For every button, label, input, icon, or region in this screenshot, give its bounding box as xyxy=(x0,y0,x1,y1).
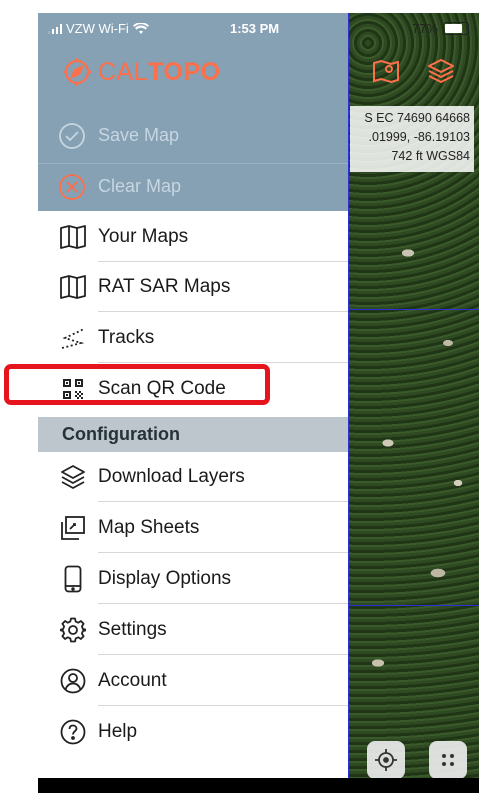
menu-item-label: Your Maps xyxy=(98,226,189,247)
save-map-button[interactable]: Save Map xyxy=(38,111,348,160)
menu-item-account[interactable]: Account xyxy=(38,656,348,706)
status-bar: VZW Wi-Fi 1:53 PM 77% xyxy=(38,13,479,43)
highlight-annotation xyxy=(4,364,270,405)
grid-line xyxy=(348,13,349,778)
logo-text-bold: TOPO xyxy=(148,57,221,86)
battery-icon xyxy=(443,22,469,35)
dots-icon xyxy=(442,754,454,766)
save-map-label: Save Map xyxy=(98,125,180,145)
menu-item-label: Map Sheets xyxy=(98,517,200,538)
map-icon xyxy=(58,272,88,302)
crosshair-icon xyxy=(375,749,397,771)
phone-icon xyxy=(58,564,88,594)
signal-icon xyxy=(48,23,62,34)
grid-line xyxy=(348,605,479,606)
divider xyxy=(98,654,348,655)
divider xyxy=(98,362,348,363)
map-sheets-icon xyxy=(58,513,88,543)
locate-me-button[interactable] xyxy=(367,741,405,778)
menu-item-help[interactable]: Help xyxy=(38,707,348,757)
gear-icon xyxy=(58,615,88,645)
status-time: 1:53 PM xyxy=(230,21,280,36)
account-icon xyxy=(58,666,88,696)
menu-item-label: Tracks xyxy=(98,327,155,348)
divider xyxy=(98,501,348,502)
compass-icon xyxy=(63,58,91,86)
clear-map-button[interactable]: Clear Map xyxy=(38,162,348,211)
map-icon xyxy=(58,222,88,252)
menu-item-map-sheets[interactable]: Map Sheets xyxy=(38,503,348,553)
menu-item-display-options[interactable]: Display Options xyxy=(38,554,348,604)
menu-item-your-maps[interactable]: Your Maps xyxy=(38,212,348,262)
status-right: 77% xyxy=(412,21,469,36)
section-header-configuration: Configuration xyxy=(38,417,348,452)
coord-latlon: .01999, -86.19103 xyxy=(368,130,470,144)
section-header-label: Configuration xyxy=(62,424,180,444)
menu-item-label: Account xyxy=(98,670,167,691)
menu-item-tracks[interactable]: Tracks xyxy=(38,313,348,363)
grid-line xyxy=(348,309,479,310)
menu-item-label: Download Layers xyxy=(98,466,245,487)
clear-map-label: Clear Map xyxy=(98,176,182,196)
carrier-label: VZW Wi-Fi xyxy=(66,21,129,36)
coord-elevation: 742 ft WGS84 xyxy=(391,149,470,163)
menu-item-label: Settings xyxy=(98,619,167,640)
divider xyxy=(98,705,348,706)
divider xyxy=(98,603,348,604)
help-icon xyxy=(58,717,88,747)
layers-icon[interactable] xyxy=(423,53,459,89)
menu-item-rat-sar-maps[interactable]: RAT SAR Maps xyxy=(38,262,348,312)
divider xyxy=(98,311,348,312)
menu-item-settings[interactable]: Settings xyxy=(38,605,348,655)
menu-item-label: Help xyxy=(98,721,138,742)
logo-text-light: CAL xyxy=(98,57,149,86)
wifi-icon xyxy=(132,22,149,34)
tracks-icon xyxy=(58,323,88,353)
menu-item-label: Display Options xyxy=(98,568,232,589)
battery-percent: 77% xyxy=(411,21,438,36)
menu-item-label: RAT SAR Maps xyxy=(98,276,231,297)
coord-utm: S EC 74690 64668 xyxy=(364,111,470,125)
map-marker-icon[interactable] xyxy=(368,53,404,89)
x-circle-icon xyxy=(59,173,85,200)
more-button[interactable] xyxy=(429,741,467,778)
status-left: VZW Wi-Fi xyxy=(48,21,149,36)
menu-item-download-layers[interactable]: Download Layers xyxy=(38,452,348,502)
coordinate-readout: S EC 74690 64668 .01999, -86.19103 742 f… xyxy=(350,106,474,172)
layers-icon xyxy=(58,462,88,492)
check-circle-icon xyxy=(59,122,85,149)
divider xyxy=(98,552,348,553)
caltopo-logo: CALTOPO xyxy=(62,57,221,87)
